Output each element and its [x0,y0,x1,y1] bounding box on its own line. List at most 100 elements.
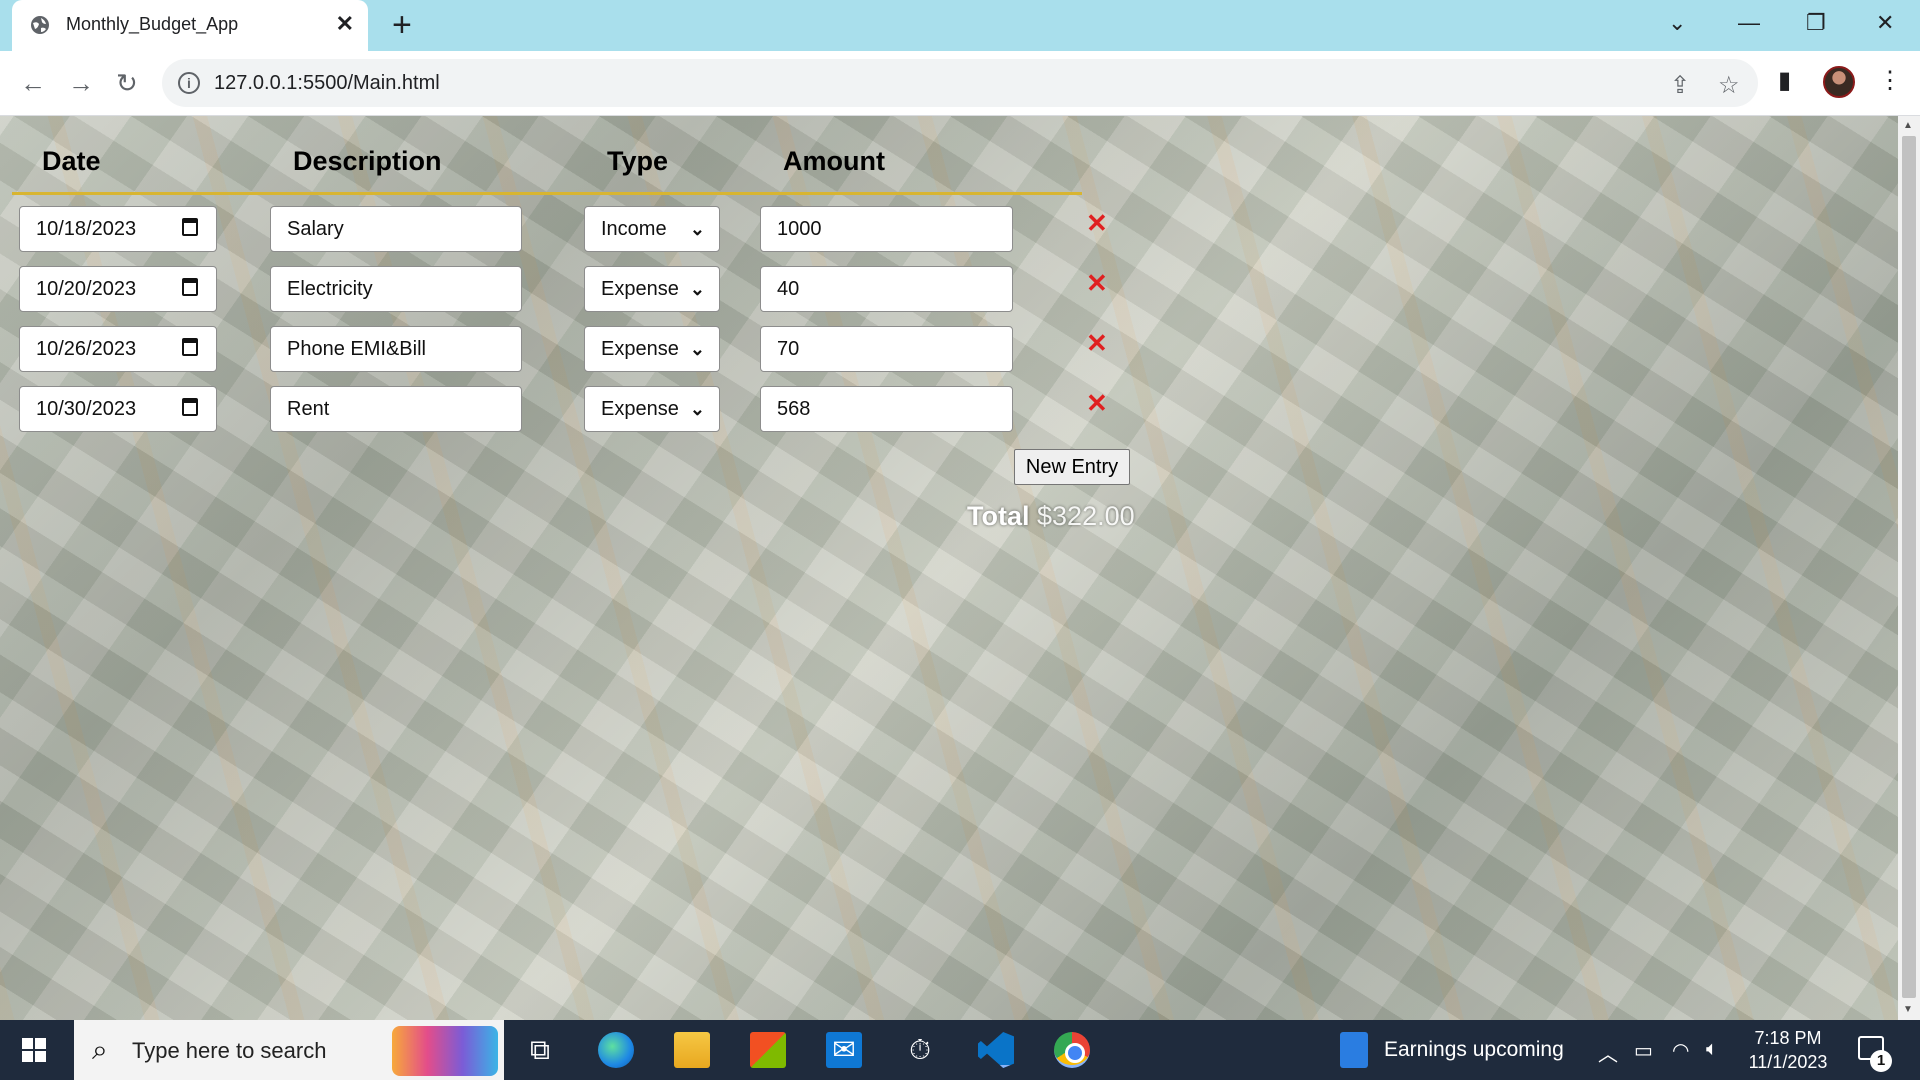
date-input[interactable]: 10/30/2023 [19,386,217,432]
widget-text[interactable]: Earnings upcoming [1384,1038,1564,1062]
battery-icon[interactable]: ▭ [1634,1038,1653,1063]
url-text[interactable]: 127.0.0.1:5500/Main.html [214,72,440,95]
table-header: Date Description Type Amount [0,146,1100,186]
clock-time: 7:18 PM [1754,1028,1822,1048]
total-value: $322.00 [1037,501,1135,531]
chrome-icon[interactable] [1054,1032,1090,1068]
date-value: 10/30/2023 [36,398,137,420]
amount-value: 40 [777,278,800,300]
scrollbar-thumb[interactable] [1902,136,1916,998]
header-amount: Amount [783,146,885,176]
chevron-down-icon: ⌄ [689,399,705,419]
notification-count-badge: 1 [1870,1050,1892,1072]
wifi-icon[interactable]: ◠ [1672,1038,1689,1063]
delete-entry-icon[interactable]: ✕ [1086,388,1108,419]
date-value: 10/26/2023 [36,338,137,360]
type-select[interactable]: Expense ⌄ [584,386,720,432]
vscode-icon[interactable] [978,1032,1014,1068]
bookmark-star-icon[interactable]: ☆ [1718,71,1740,100]
close-tab-icon[interactable]: ✕ [336,11,354,37]
description-input[interactable]: Phone EMI&Bill [270,326,522,372]
browser-tab[interactable]: Monthly_Budget_App ✕ [12,0,368,51]
entry-row: 10/20/2023 Electricity Expense ⌄ 40 ✕ [0,266,1140,312]
search-placeholder: Type here to search [132,1038,327,1063]
calendar-icon[interactable] [182,218,198,236]
mail-icon[interactable]: ✉ [826,1032,862,1068]
edge-browser-icon[interactable] [598,1032,634,1068]
windows-start-icon[interactable] [22,1038,46,1062]
entry-row: 10/30/2023 Rent Expense ⌄ 568 ✕ [0,386,1140,432]
header-divider [12,192,1082,195]
scroll-up-icon[interactable]: ▲ [1903,120,1913,131]
restore-icon[interactable]: ❐ [1806,10,1826,36]
tab-title: Monthly_Budget_App [66,14,239,34]
stocks-widget-icon[interactable] [1340,1032,1368,1068]
volume-icon[interactable]: 🔈︎ [1706,1038,1718,1061]
address-bar[interactable]: i 127.0.0.1:5500/Main.html ⇪ ☆ [162,59,1758,107]
window-close-icon[interactable]: ✕ [1876,10,1894,36]
description-input[interactable]: Salary [270,206,522,252]
new-entry-button[interactable]: New Entry [1014,449,1130,485]
new-tab-icon[interactable]: + [392,8,412,42]
forward-icon[interactable]: → [68,69,94,97]
delete-entry-icon[interactable]: ✕ [1086,328,1108,359]
reload-icon[interactable]: ↻ [116,69,138,97]
page-scrollbar[interactable]: ▲ ▼ [1898,116,1920,1020]
type-value: Expense [601,278,679,300]
entry-row: 10/26/2023 Phone EMI&Bill Expense ⌄ 70 ✕ [0,326,1140,372]
tab-search-chevron-icon[interactable]: ⌄ [1668,10,1686,36]
type-select[interactable]: Expense ⌄ [584,326,720,372]
total-label: Total [967,501,1030,531]
file-explorer-icon[interactable] [674,1032,710,1068]
microsoft-store-icon[interactable] [750,1032,786,1068]
task-view-icon[interactable]: ⧉ [522,1032,558,1068]
description-input[interactable]: Rent [270,386,522,432]
search-highlight-image[interactable] [392,1026,498,1076]
description-value: Rent [287,398,330,420]
taskbar: ⌕ Type here to search ⧉ ✉ ⏱ Earnings upc… [0,1020,1920,1080]
back-icon[interactable]: ← [20,69,46,97]
share-icon[interactable]: ⇪ [1670,71,1690,100]
browser-tab-strip: Monthly_Budget_App ✕ + ⌄ — ❐ ✕ [0,0,1920,51]
site-info-icon[interactable]: i [178,72,200,94]
calendar-icon[interactable] [182,278,198,296]
delete-entry-icon[interactable]: ✕ [1086,268,1108,299]
clock-app-icon[interactable]: ⏱ [902,1032,938,1068]
amount-input[interactable]: 1000 [760,206,1013,252]
header-type: Type [607,146,669,176]
type-value: Income [601,218,667,240]
description-input[interactable]: Electricity [270,266,522,312]
amount-input[interactable]: 70 [760,326,1013,372]
date-value: 10/18/2023 [36,218,137,240]
calendar-icon[interactable] [182,398,198,416]
date-input[interactable]: 10/18/2023 [19,206,217,252]
date-input[interactable]: 10/26/2023 [19,326,217,372]
clock-date: 11/1/2023 [1748,1052,1828,1072]
budget-page: Date Description Type Amount 10/18/2023 … [0,116,1898,1020]
type-value: Expense [601,338,679,360]
calendar-icon[interactable] [182,338,198,356]
amount-input[interactable]: 40 [760,266,1013,312]
more-menu-icon[interactable]: ⋮ [1878,66,1902,95]
type-value: Expense [601,398,679,420]
date-value: 10/20/2023 [36,278,137,300]
header-date: Date [42,146,101,176]
scroll-down-icon[interactable]: ▼ [1903,1004,1913,1015]
show-hidden-icons-chevron[interactable]: ︿ [1598,1038,1618,1067]
browser-toolbar: ← → ↻ i 127.0.0.1:5500/Main.html ⇪ ☆ [0,51,1920,116]
globe-icon [31,16,49,34]
minimize-icon[interactable]: — [1738,10,1760,36]
search-icon: ⌕ [92,1034,108,1065]
side-panel-icon[interactable]: ▮ [1778,66,1791,95]
date-input[interactable]: 10/20/2023 [19,266,217,312]
amount-value: 1000 [777,218,822,240]
chevron-down-icon: ⌄ [689,339,705,359]
amount-input[interactable]: 568 [760,386,1013,432]
taskbar-search-box[interactable]: ⌕ Type here to search [74,1020,504,1080]
delete-entry-icon[interactable]: ✕ [1086,208,1108,239]
type-select[interactable]: Expense ⌄ [584,266,720,312]
amount-value: 568 [777,398,811,420]
type-select[interactable]: Income ⌄ [584,206,720,252]
profile-avatar[interactable] [1823,66,1855,98]
system-clock[interactable]: 7:18 PM 11/1/2023 [1748,1026,1828,1074]
